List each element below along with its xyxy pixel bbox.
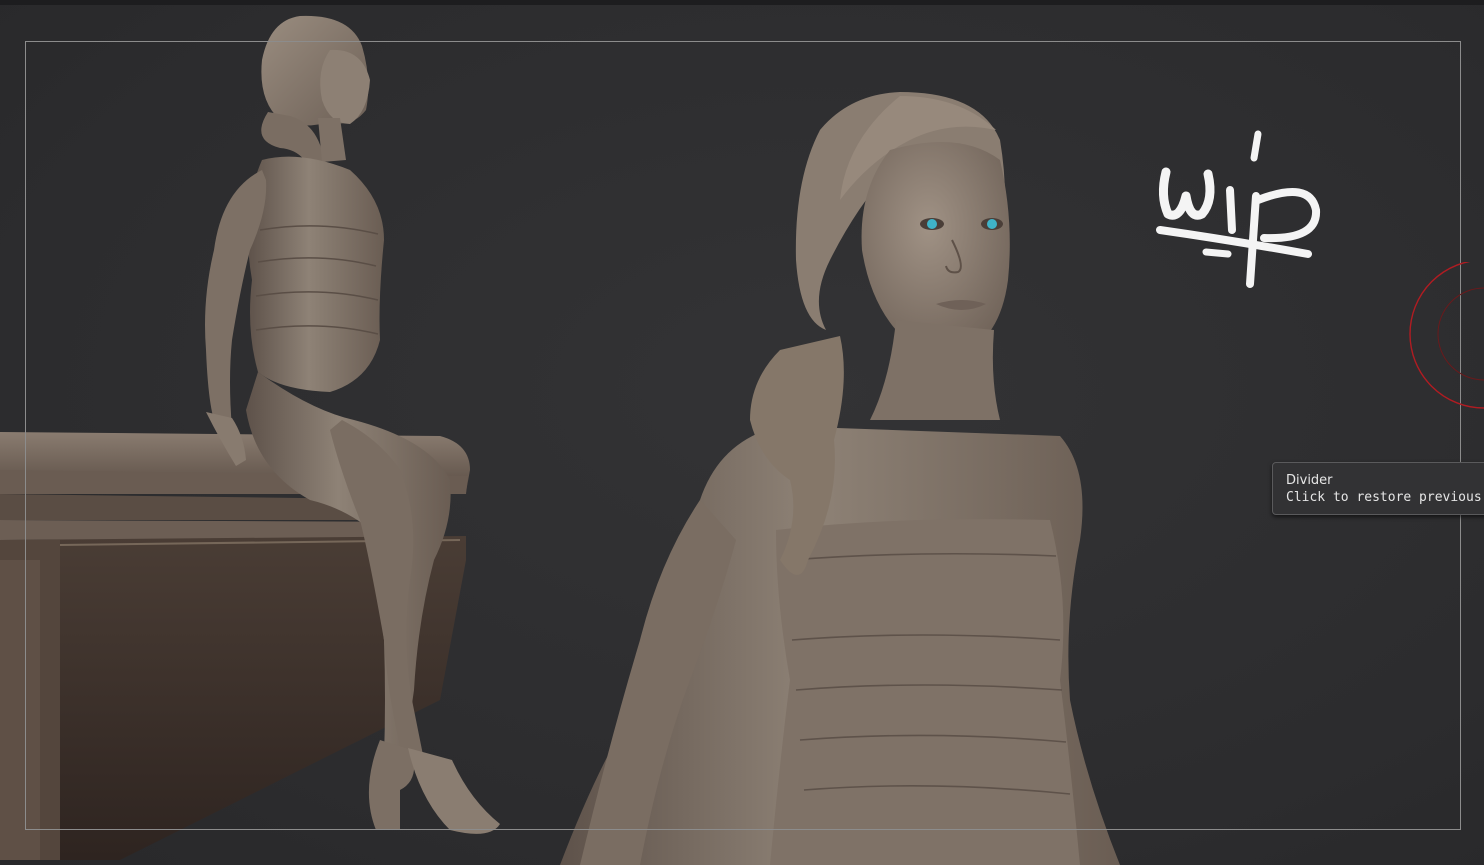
left-eye: [927, 219, 937, 229]
right-eye: [987, 219, 997, 229]
tooltip-description: Click to restore previous po: [1286, 490, 1484, 505]
divider-tooltip: Divider Click to restore previous po: [1272, 462, 1484, 515]
brush-cursor-icon: [1409, 262, 1484, 409]
tooltip-title: Divider: [1286, 473, 1333, 488]
sculpt-scene[interactable]: [0, 0, 1484, 865]
sculpt-viewport[interactable]: Divider Click to restore previous po: [0, 0, 1484, 865]
wip-watermark: [1156, 130, 1321, 288]
bust-figure-model: [560, 92, 1120, 865]
